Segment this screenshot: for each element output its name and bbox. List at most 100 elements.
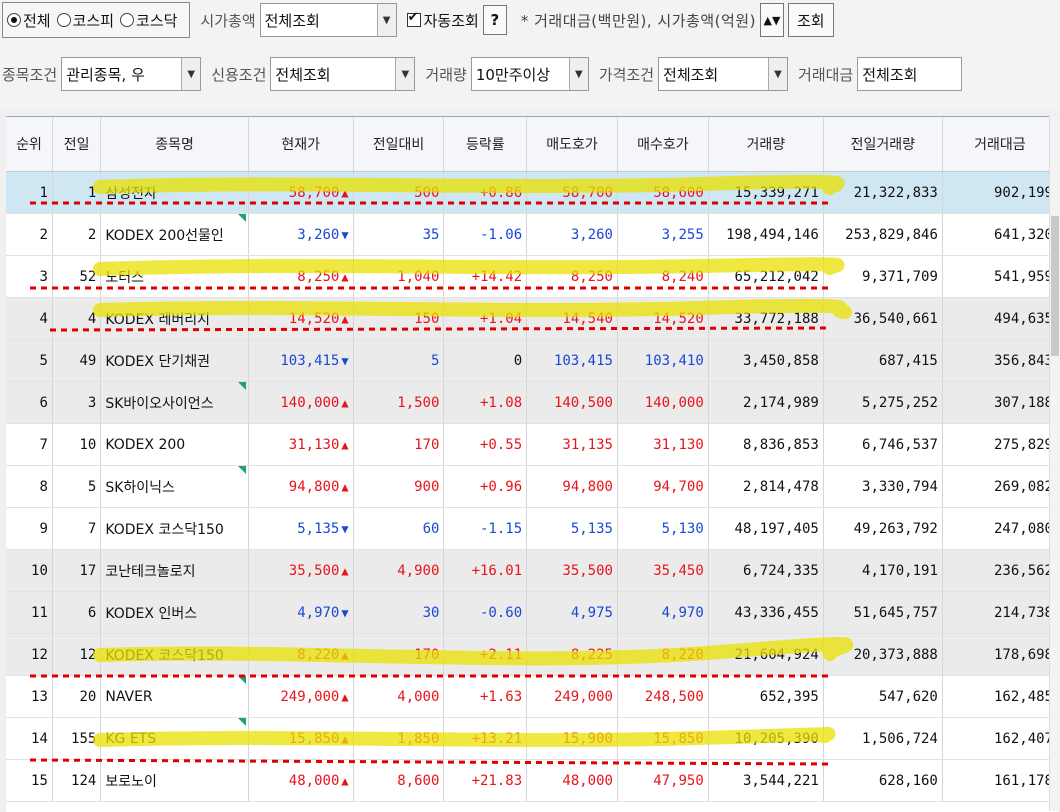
col-header-prev-volume[interactable]: 전일거래량 <box>823 117 943 172</box>
cell-prev: 124 <box>52 759 102 802</box>
table-row[interactable]: 12 12 KODEX 코스닥150 8,220 ▲ 170 +2.11 8,225 8,220… <box>6 633 1058 676</box>
vertical-scrollbar[interactable] <box>1049 116 1060 811</box>
rate-value: +0.86 <box>480 184 523 201</box>
cell-bid: 47,950 <box>617 759 709 802</box>
price-cond-value: 전체조회 <box>663 65 719 84</box>
stock-cond-select[interactable]: 관리종목, 우 ▼ <box>61 57 202 91</box>
volume-select[interactable]: 10만주이상 ▼ <box>470 57 589 91</box>
checkbox-checked-icon[interactable] <box>406 10 421 27</box>
radio-kosdaq-dot[interactable] <box>120 13 135 27</box>
table-row[interactable]: 9 7 KODEX 코스닥150 5,135 ▼ 60 -1.15 5,135 5,130 48,… <box>6 507 1058 550</box>
bid-value: 47,950 <box>653 772 704 789</box>
triangle-up-icon: ▲ <box>341 773 349 788</box>
table-row[interactable]: 15 124 보로노이 48,000 ▲ 8,600 +21.83 48,000 47,950 3… <box>6 759 1058 802</box>
table-row[interactable]: 7 10 KODEX 200 31,130 ▲ 170 +0.55 31,135 31,130 8… <box>6 423 1058 466</box>
col-header-rate[interactable]: 등락률 <box>443 117 528 172</box>
table-row[interactable]: 2 2 KODEX 200선물인 3,260 ▼ 35 -1.06 3,260 3,255 198… <box>6 213 1058 256</box>
cell-name: SK하이닉스 <box>100 465 249 508</box>
table-row[interactable]: 4 4 KODEX 레버리지 14,520 ▲ 150 +1.04 14,540 14,520 3… <box>6 297 1058 340</box>
table-row[interactable]: 10 17 코난테크놀로지 35,500 ▲ 4,900 +16.01 35,500 35,45… <box>6 549 1058 592</box>
cell-volume: 43,336,455 <box>708 591 824 634</box>
col-header-ask[interactable]: 매도호가 <box>526 117 618 172</box>
table-row[interactable]: 1 1 삼성전자 58,700 ▲ 500 +0.86 58,700 58,600 15,339,… <box>6 171 1058 214</box>
cell-prev: 5 <box>52 465 102 508</box>
price-cond-select[interactable]: 전체조회 ▼ <box>658 57 789 91</box>
prev-value: 2 <box>87 226 97 243</box>
ask-value: 94,800 <box>562 478 613 495</box>
table-row[interactable]: 8 5 SK하이닉스 94,800 ▲ 900 +0.96 94,800 94,700 2,814… <box>6 465 1058 508</box>
cell-amount: 214,738 <box>942 591 1058 634</box>
credit-cond-select[interactable]: 전체조회 ▼ <box>270 57 416 91</box>
cell-name: NAVER <box>100 675 249 718</box>
cell-amount: 494,635 <box>942 297 1058 340</box>
header-row: 순위 전일 종목명 현재가 전일대비 등락률 매도호가 매수호가 거래량 전일거… <box>6 117 1058 172</box>
table-row[interactable]: 5 49 KODEX 단기채권 103,415 ▼ 5 0 103,415 103,410 3,4… <box>6 339 1058 382</box>
ask-value: 48,000 <box>562 772 613 789</box>
name-value: KODEX 200 <box>105 436 186 453</box>
radio-kospi-dot[interactable] <box>56 13 71 27</box>
table-row[interactable]: 3 52 노터스 8,250 ▲ 1,040 +14.42 8,250 8,240 65,212,… <box>6 255 1058 298</box>
col-header-change[interactable]: 전일대비 <box>353 117 445 172</box>
cell-volume: 10,205,390 <box>708 717 824 760</box>
rank-value: 3 <box>39 268 48 285</box>
chevron-down-icon[interactable]: ▼ <box>395 58 415 90</box>
cell-price: 8,220 ▲ <box>248 633 354 676</box>
price-value: 8,220 <box>297 646 340 663</box>
amount-value: 162,485 <box>993 688 1053 705</box>
col-header-bid[interactable]: 매수호가 <box>617 117 709 172</box>
rank-value: 13 <box>31 688 48 705</box>
cell-price: 31,130 ▲ <box>248 423 354 466</box>
rate-value: 0 <box>513 352 523 369</box>
scrollbar-thumb[interactable] <box>1051 216 1059 356</box>
col-header-volume[interactable]: 거래량 <box>708 117 824 172</box>
col-header-amount[interactable]: 거래대금 <box>942 117 1058 172</box>
auto-query-checkbox[interactable]: 자동조회 <box>406 10 479 31</box>
cell-rank: 12 <box>6 633 53 676</box>
help-button[interactable]: ? <box>482 5 507 35</box>
table-row[interactable]: 14 155 KG ETS 15,850 ▲ 1,850 +13.21 15,900 15,85… <box>6 717 1058 760</box>
col-header-price[interactable]: 현재가 <box>248 117 354 172</box>
chevron-down-icon[interactable]: ▼ <box>181 58 201 90</box>
triangle-up-icon: ▲ <box>341 437 349 452</box>
cell-prev-volume: 628,160 <box>823 759 943 802</box>
chevron-down-icon[interactable]: ▼ <box>376 4 396 36</box>
query-button[interactable]: 조회 <box>787 3 834 37</box>
cell-rank: 5 <box>6 339 53 382</box>
col-header-prev-rank[interactable]: 전일 <box>52 117 102 172</box>
cell-rate: -1.06 <box>443 213 528 256</box>
table-row[interactable]: 11 6 KODEX 인버스 4,970 ▼ 30 -0.60 4,975 4,970 43,33… <box>6 591 1058 634</box>
amount-value: 275,829 <box>993 436 1053 453</box>
radio-kospi[interactable]: 코스피 <box>56 10 115 31</box>
cell-name: KODEX 200 <box>100 423 249 466</box>
chevron-down-icon[interactable]: ▼ <box>568 58 588 90</box>
volume-value: 3,544,221 <box>742 772 819 789</box>
market-cap-select[interactable]: 전체조회 ▼ <box>259 3 397 37</box>
radio-kosdaq[interactable]: 코스닥 <box>120 10 177 31</box>
table-row[interactable]: 13 20 NAVER 249,000 ▲ 4,000 +1.63 249,000 248,50… <box>6 675 1058 718</box>
trade-value-select[interactable]: 전체조회 <box>857 57 963 91</box>
chevron-down-icon[interactable]: ▼ <box>768 58 788 90</box>
cell-prev-volume: 5,275,252 <box>823 381 943 424</box>
cell-rate: +0.96 <box>443 465 528 508</box>
cell-ask: 48,000 <box>526 759 618 802</box>
cell-amount: 902,199 <box>942 171 1058 214</box>
volume-value: 48,197,405 <box>734 520 819 537</box>
cell-price: 249,000 ▲ <box>248 675 354 718</box>
name-value: 노터스 <box>105 269 144 286</box>
table-row[interactable]: 6 3 SK바이오사이언스 140,000 ▲ 1,500 +1.08 140,500 140,… <box>6 381 1058 424</box>
price-value: 94,800 <box>288 478 340 495</box>
cell-prev: 3 <box>52 381 102 424</box>
radio-all[interactable]: 전체 <box>7 10 51 31</box>
sort-toggle-button[interactable]: ▲▼ <box>759 3 784 37</box>
price-value: 58,700 <box>288 184 340 201</box>
col-header-name[interactable]: 종목명 <box>100 117 249 172</box>
radio-all-dot[interactable] <box>7 13 21 27</box>
volume-value: 8,836,853 <box>742 436 819 453</box>
filter-row-1: 전체 코스피 코스닥 시가총액 전체조회 ▼ 자동조회 ? * 거래대금(백만원… <box>2 2 834 38</box>
col-header-rank[interactable]: 순위 <box>6 117 53 172</box>
radio-kospi-label: 코스피 <box>72 11 115 30</box>
volume-value: 2,814,478 <box>742 478 819 495</box>
cell-bid: 94,700 <box>617 465 709 508</box>
price-value: 4,970 <box>297 604 340 621</box>
cell-prev: 7 <box>52 507 102 550</box>
